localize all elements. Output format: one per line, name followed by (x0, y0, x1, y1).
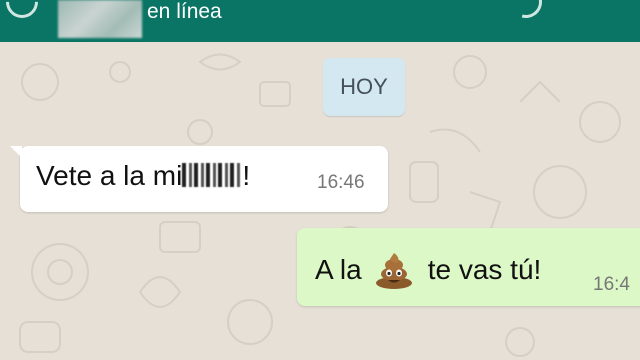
outgoing-message-text: A la te vas tú! (315, 250, 541, 290)
message-text-start: A la (315, 254, 362, 285)
chat-header: en línea (0, 0, 640, 42)
pile-of-poo-icon (375, 253, 412, 289)
contact-status: en línea (147, 0, 222, 23)
date-divider-chip: HOY (323, 58, 405, 116)
message-timestamp: 16:4 (593, 274, 630, 295)
message-text-end: te vas tú! (427, 254, 542, 285)
contact-avatar-blurred[interactable] (58, 0, 142, 38)
message-text-start: Vete a la mi (36, 160, 183, 191)
call-icon[interactable] (504, 0, 548, 24)
chat-screen: en línea HOY Vete a la mi! 16:46 A la te… (0, 0, 640, 360)
censored-word-pixelation (182, 163, 243, 187)
incoming-message-text: Vete a la mi! (36, 160, 250, 192)
date-divider-label: HOY (340, 74, 388, 99)
outgoing-message-bubble[interactable]: A la te vas tú! 16:4 (297, 228, 640, 306)
message-timestamp: 16:46 (317, 172, 365, 193)
incoming-message-bubble[interactable]: Vete a la mi! 16:46 (10, 146, 388, 212)
message-text-end: ! (242, 160, 251, 191)
bubble-tail (10, 146, 22, 158)
back-arrow-icon[interactable] (0, 0, 45, 25)
